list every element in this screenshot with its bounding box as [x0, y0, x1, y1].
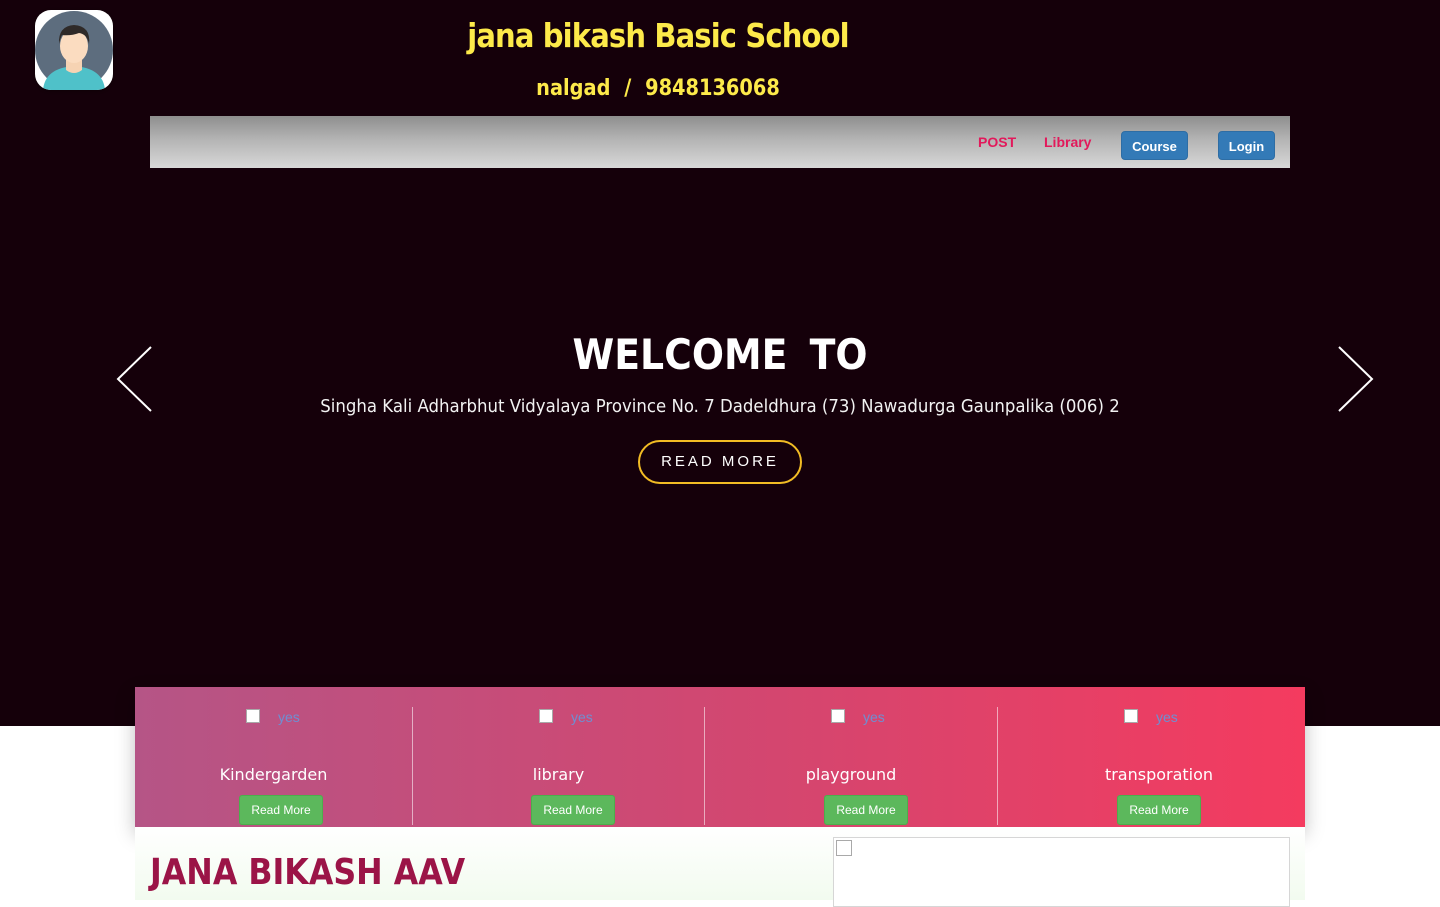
hero-read-more-button[interactable]: READ MORE	[638, 440, 802, 484]
feature-title: playground	[805, 765, 897, 784]
feature-read-more-button[interactable]: Read More	[824, 795, 908, 825]
about-title: JANA BIKASH AAV	[150, 852, 466, 893]
about-image	[833, 837, 1290, 907]
feature-card: yes playground Read More	[704, 707, 997, 825]
nav-link-library[interactable]: Library	[1044, 134, 1091, 150]
broken-image-icon	[836, 840, 852, 856]
school-name: jana bikash Basic School	[467, 16, 849, 55]
school-contact: nalgad / 9848136068	[79, 76, 1237, 101]
feature-image: yes	[539, 707, 609, 731]
features-strip: yes Kindergarden Read More yes library R…	[135, 687, 1305, 827]
login-button[interactable]: Login	[1218, 131, 1275, 160]
feature-card: yes Kindergarden Read More	[135, 687, 412, 827]
feature-title: library	[532, 765, 585, 784]
feature-card: yes transporation Read More	[997, 707, 1305, 825]
feature-image-alt: yes	[571, 709, 593, 725]
broken-image-icon	[1124, 709, 1138, 723]
hero-heading: WELCOME TO	[572, 330, 868, 379]
school-phone: 9848136068	[645, 76, 780, 101]
school-location: nalgad	[536, 76, 611, 101]
nav-link-post[interactable]: POST	[978, 134, 1016, 150]
feature-image-alt: yes	[278, 709, 300, 725]
feature-image-alt: yes	[1156, 709, 1178, 725]
hero-tagline: Singha Kali Adharbhut Vidyalaya Province…	[320, 396, 1120, 417]
navbar: POST Library Course Login	[150, 116, 1290, 168]
course-button[interactable]: Course	[1121, 131, 1188, 160]
feature-read-more-button[interactable]: Read More	[1117, 795, 1201, 825]
broken-image-icon	[246, 709, 260, 723]
contact-separator: /	[624, 76, 632, 101]
feature-title: transporation	[1104, 765, 1214, 784]
broken-image-icon	[539, 709, 553, 723]
feature-read-more-button[interactable]: Read More	[239, 795, 323, 825]
broken-image-icon	[831, 709, 845, 723]
feature-title: Kindergarden	[219, 765, 328, 784]
feature-image: yes	[1124, 707, 1194, 731]
feature-card: yes library Read More	[412, 707, 704, 825]
feature-image: yes	[831, 707, 901, 731]
feature-image: yes	[246, 707, 316, 731]
feature-image-alt: yes	[863, 709, 885, 725]
feature-read-more-button[interactable]: Read More	[531, 795, 615, 825]
